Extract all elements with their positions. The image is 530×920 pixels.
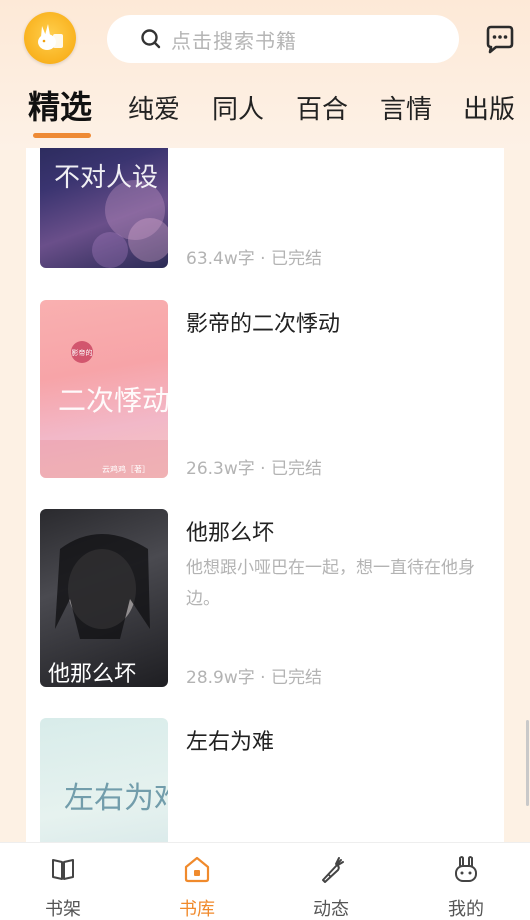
tab-featured[interactable]: 精选	[28, 87, 92, 127]
svg-text:二次悸动: 二次悸动	[58, 384, 168, 417]
bunny-logo-icon	[38, 24, 63, 50]
book-meta: 26.3w字 · 已完结	[186, 459, 322, 479]
book-cover[interactable]: 他那么坏	[40, 509, 168, 687]
list-item[interactable]: 影帝的 二次悸动 云鸡鸡［著］ 影帝的二次悸动 26.3w字 · 已完结	[40, 300, 490, 480]
list-item[interactable]: 他那么坏 他那么坏 他想跟小哑巴在一起，想一直待在他身边。 28.9w字 · 已…	[40, 509, 490, 689]
book-cover[interactable]: 影帝的 二次悸动 云鸡鸡［著］	[40, 300, 168, 478]
book-title[interactable]: 他那么坏	[186, 515, 274, 547]
book-cover[interactable]: 不对人设	[40, 148, 168, 268]
search-icon	[141, 29, 161, 49]
bottom-navigation: 书架 书库 动态 我的	[0, 842, 530, 920]
search-bar[interactable]: 点击搜索书籍	[107, 15, 459, 63]
book-description: 他想跟小哑巴在一起，想一直待在他身边。	[186, 558, 475, 609]
svg-text:云鸡鸡［著］: 云鸡鸡［著］	[102, 464, 150, 474]
tab-danmei[interactable]: 纯爱	[128, 90, 180, 130]
book-title[interactable]: 影帝的二次悸动	[186, 306, 340, 338]
svg-text:左右为难: 左右为难	[64, 781, 168, 816]
scrollbar[interactable]	[526, 720, 529, 806]
svg-text:不对人设: 不对人设	[54, 163, 158, 193]
book-meta: 63.4w字 · 已完结	[186, 249, 322, 269]
nav-activity[interactable]: 动态	[291, 843, 371, 920]
list-item[interactable]: 不对人设 63.4w字 · 已完结	[40, 148, 490, 270]
nav-label: 书库	[179, 899, 215, 920]
svg-text:影帝的: 影帝的	[72, 348, 93, 357]
tab-yuri[interactable]: 百合	[296, 90, 348, 130]
nav-label: 我的	[448, 899, 484, 920]
list-item[interactable]: 左右为难 左右为难	[40, 718, 490, 848]
nav-bookshelf[interactable]: 书架	[23, 843, 103, 920]
nav-label: 书架	[45, 899, 81, 920]
active-tab-indicator	[33, 133, 91, 138]
nav-library[interactable]: 书库	[157, 843, 237, 920]
cover-art: 不对人设	[54, 163, 168, 268]
category-tabs: 精选 纯爱 同人 百合 言情 出版	[0, 87, 530, 140]
carrot-icon	[322, 857, 344, 883]
tab-published[interactable]: 出版	[463, 90, 515, 130]
bunny-face-icon	[455, 856, 477, 882]
nav-label: 动态	[313, 899, 349, 920]
book-icon	[52, 859, 74, 880]
search-placeholder: 点击搜索书籍	[171, 28, 297, 53]
cover-art: 影帝的 二次悸动 云鸡鸡［著］	[40, 341, 168, 478]
book-title[interactable]: 左右为难	[186, 724, 274, 756]
cover-art: 左右为难	[64, 781, 168, 816]
book-meta: 28.9w字 · 已完结	[186, 668, 322, 688]
book-list[interactable]: 不对人设 63.4w字 · 已完结 影帝的 二次悸动 云鸡鸡［著］ 影帝的二次悸…	[26, 148, 504, 848]
cover-art: 他那么坏	[48, 534, 150, 687]
message-icon[interactable]	[482, 22, 518, 58]
tab-fanfic[interactable]: 同人	[212, 90, 264, 130]
tab-romance[interactable]: 言情	[380, 90, 432, 130]
library-home-icon	[184, 856, 210, 883]
app-logo[interactable]	[24, 12, 76, 64]
nav-profile[interactable]: 我的	[426, 843, 506, 920]
svg-text:他那么坏: 他那么坏	[48, 662, 136, 687]
book-cover[interactable]: 左右为难	[40, 718, 168, 848]
